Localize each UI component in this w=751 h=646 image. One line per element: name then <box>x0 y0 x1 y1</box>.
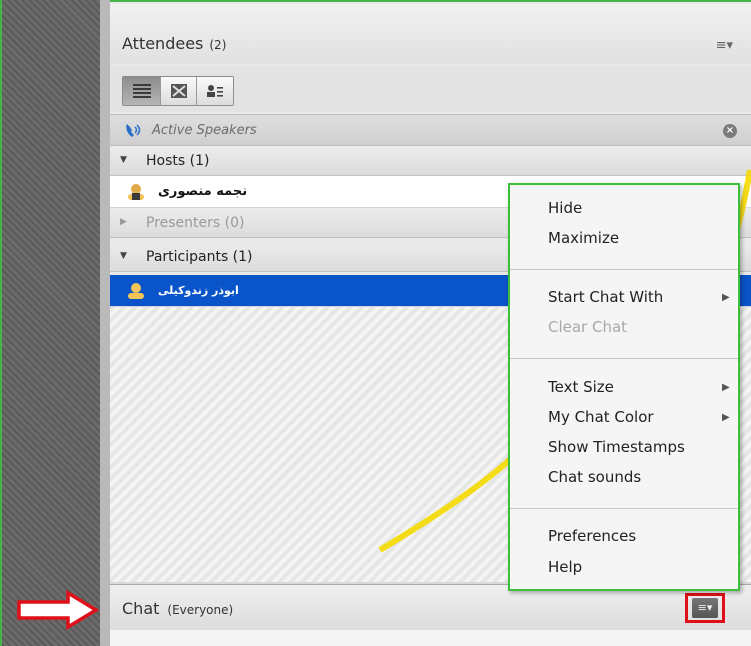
participant-user-icon <box>128 283 144 299</box>
collapsed-arrow-icon: ▶ <box>120 217 127 227</box>
menu-item-show-timestamps[interactable]: Show Timestamps <box>548 436 685 458</box>
chat-body <box>110 630 751 646</box>
host-user-icon <box>128 184 144 200</box>
active-speakers-label: Active Speakers <box>152 123 257 138</box>
chat-scope: (Everyone) <box>167 603 234 617</box>
presenters-label: Presenters (0) <box>146 215 245 231</box>
menu-separator <box>510 269 738 270</box>
attendees-toolbar <box>110 66 751 112</box>
list-view-button[interactable] <box>123 77 161 105</box>
list-view-icon <box>132 84 151 98</box>
attendees-title-text: Attendees <box>122 34 204 53</box>
card-view-button[interactable] <box>197 77 233 105</box>
menu-separator <box>510 358 738 359</box>
expanded-arrow-icon: ▼ <box>120 251 127 261</box>
menu-item-my-chat-color[interactable]: My Chat Color <box>548 406 654 428</box>
menu-item-start-chat-with[interactable]: Start Chat With <box>548 286 663 308</box>
menu-separator <box>510 508 738 509</box>
chat-context-menu: Hide Maximize Start Chat With ▶ Clear Ch… <box>508 183 740 591</box>
view-switcher <box>122 76 234 106</box>
hosts-label: Hosts (1) <box>146 153 210 169</box>
grid-view-icon <box>170 84 187 98</box>
close-icon[interactable]: × <box>723 124 737 138</box>
menu-item-help[interactable]: Help <box>548 556 582 578</box>
menu-item-maximize[interactable]: Maximize <box>548 227 619 249</box>
menu-item-text-size[interactable]: Text Size <box>548 376 614 398</box>
left-background <box>0 0 100 646</box>
pod-gutter <box>100 0 110 646</box>
expanded-arrow-icon: ▼ <box>120 155 127 165</box>
attendees-count: (2) <box>209 38 227 52</box>
submenu-arrow-icon: ▶ <box>722 412 730 423</box>
red-arrow-icon <box>17 590 100 630</box>
submenu-arrow-icon: ▶ <box>722 382 730 393</box>
menu-item-chat-sounds[interactable]: Chat sounds <box>548 466 641 488</box>
attendees-header: Attendees (2) ≡▾ <box>110 4 751 64</box>
attendees-menu-icon[interactable]: ≡▾ <box>716 38 733 53</box>
hosts-group-header[interactable]: ▼ Hosts (1) <box>110 146 751 176</box>
participants-label: Participants (1) <box>146 249 253 265</box>
grid-view-button[interactable] <box>161 77 197 105</box>
submenu-arrow-icon: ▶ <box>722 292 730 303</box>
phone-speaker-icon <box>126 124 141 137</box>
menu-item-clear-chat: Clear Chat <box>548 318 628 336</box>
chat-menu-button[interactable]: ≡▾ <box>685 593 725 623</box>
menu-item-hide[interactable]: Hide <box>548 197 582 219</box>
attendees-title: Attendees (2) <box>122 34 226 53</box>
chat-title-text: Chat <box>122 599 160 618</box>
card-view-icon <box>207 85 223 97</box>
participant-name: ابوذر زندوکیلی <box>158 284 239 297</box>
active-speakers-bar: Active Speakers × <box>110 114 751 146</box>
menu-item-preferences[interactable]: Preferences <box>548 525 636 547</box>
menu-icon: ≡▾ <box>692 598 718 618</box>
host-name: نجمه منصوری <box>158 184 248 199</box>
chat-title: Chat (Everyone) <box>122 599 233 618</box>
